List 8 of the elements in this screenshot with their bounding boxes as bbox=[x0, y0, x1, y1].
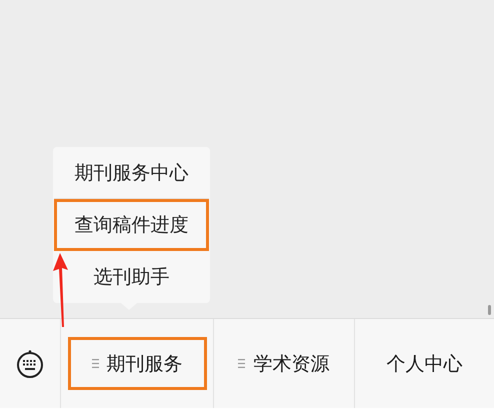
menu-tab[interactable]: 期刊服务 bbox=[68, 337, 206, 390]
menu-tab[interactable]: 个人中心 bbox=[383, 348, 466, 380]
scrollbar bbox=[488, 305, 491, 315]
keyboard-icon[interactable] bbox=[16, 348, 44, 378]
menu-item[interactable]: 选刊助手 bbox=[54, 251, 209, 303]
menu-item[interactable]: 查询稿件进度 bbox=[54, 199, 209, 251]
menu-tab[interactable]: 学术资源 bbox=[235, 348, 332, 380]
menu-item[interactable]: 期刊服务中心 bbox=[54, 147, 209, 199]
